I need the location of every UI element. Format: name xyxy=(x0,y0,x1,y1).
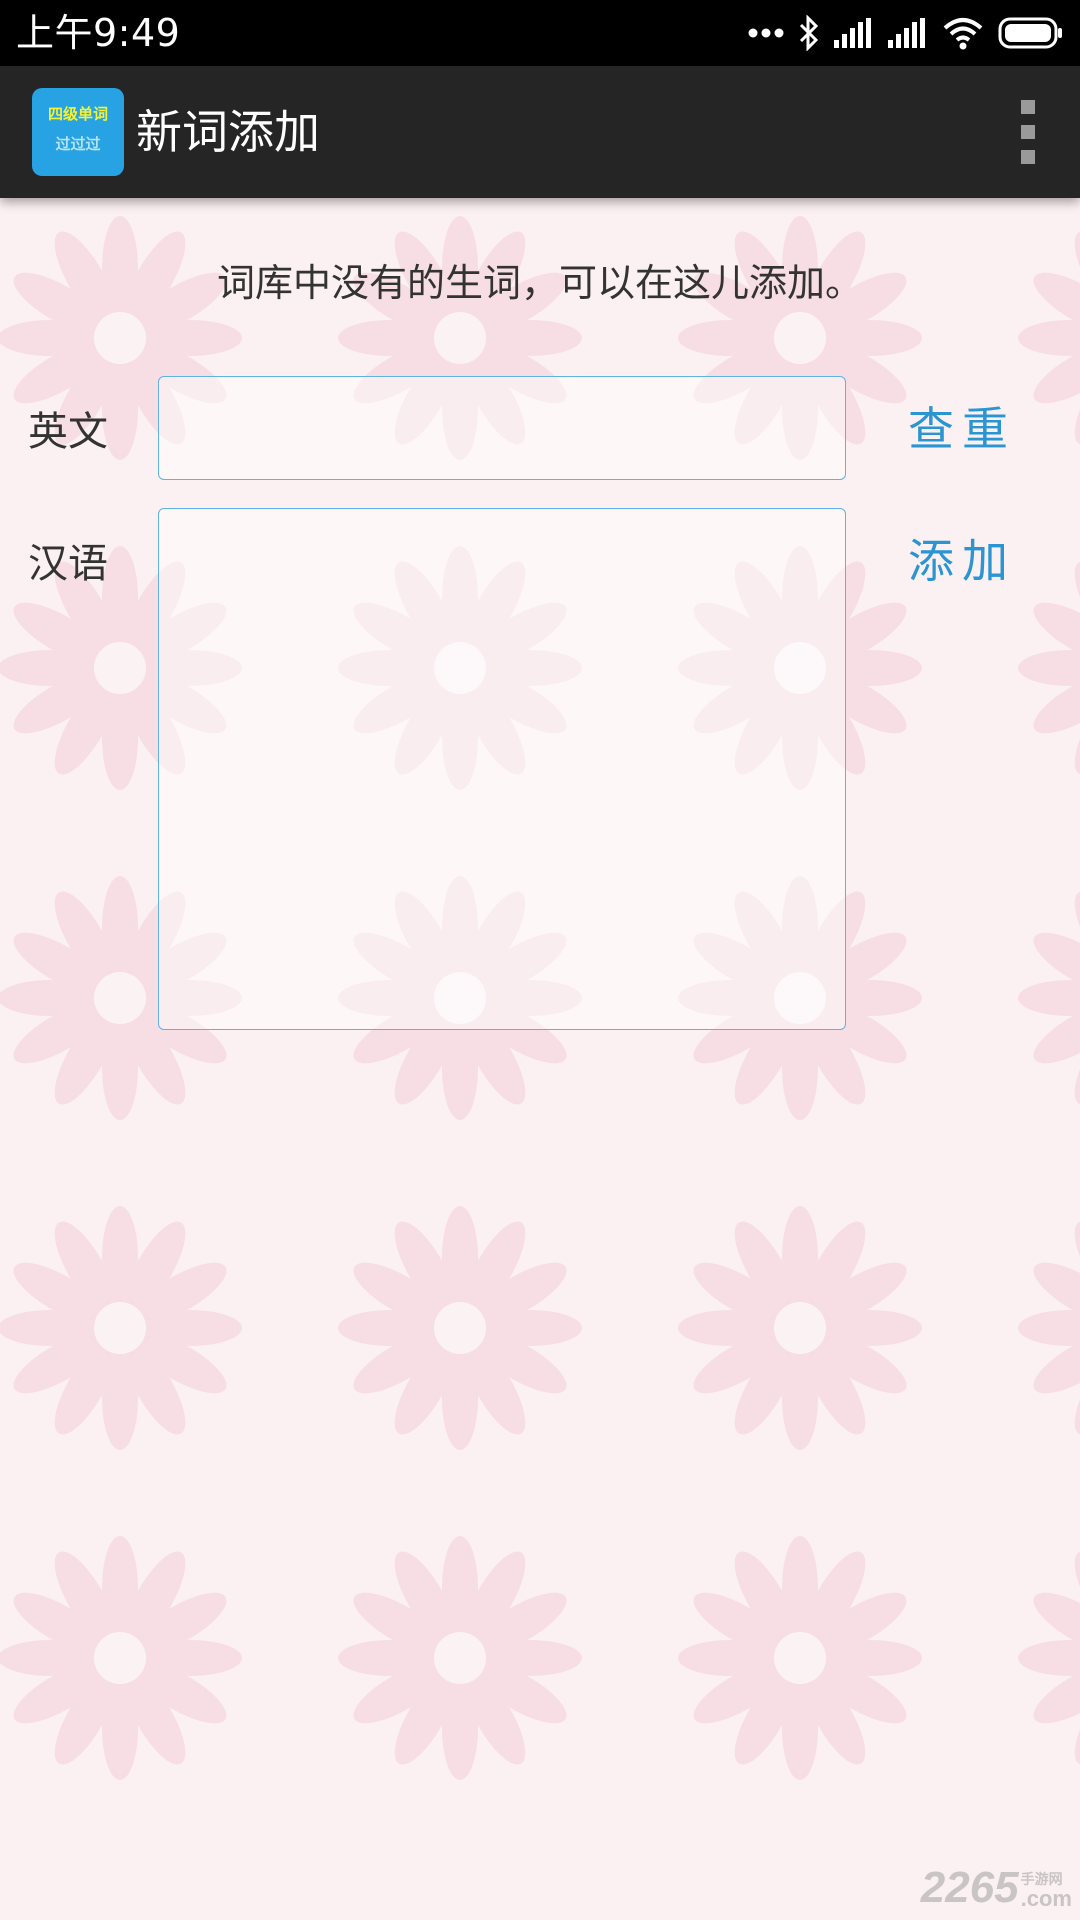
overflow-dot xyxy=(1021,150,1035,164)
background-flower xyxy=(1018,1551,1080,1765)
status-bar: 上午9:49 xyxy=(0,0,1080,66)
chinese-label: 汉语 xyxy=(28,541,108,587)
check-duplicate-button[interactable]: 查重 xyxy=(908,400,1020,458)
background-flower xyxy=(338,1536,582,1780)
add-button[interactable]: 添加 xyxy=(908,532,1020,590)
chinese-input[interactable] xyxy=(158,508,846,1030)
background-flower xyxy=(1018,891,1080,1105)
background-flower xyxy=(338,1206,582,1450)
background-flower xyxy=(1018,561,1080,775)
status-icons xyxy=(748,13,1064,53)
page-title: 新词添加 xyxy=(136,105,320,159)
background-flower xyxy=(1018,1221,1080,1435)
status-time: 上午9:49 xyxy=(16,11,181,55)
watermark-number: 2265 xyxy=(920,1863,1019,1912)
app-logo-line1: 四级单词 xyxy=(47,105,108,123)
signal-icon xyxy=(888,18,925,48)
more-dots-icon xyxy=(748,28,784,38)
watermark-side: 手游网 .com xyxy=(1021,1872,1072,1910)
app-logo-line2: 过过过 xyxy=(55,135,101,153)
battery-icon xyxy=(998,17,1062,49)
hint-text: 词库中没有的生词，可以在这儿添加。 xyxy=(216,261,863,305)
overflow-dot xyxy=(1021,100,1035,114)
background-flower xyxy=(0,1206,242,1450)
english-input[interactable] xyxy=(158,376,846,480)
background-flower xyxy=(0,1536,242,1780)
overflow-dot xyxy=(1021,125,1035,139)
overflow-menu-icon[interactable] xyxy=(1016,100,1040,164)
background-flower xyxy=(1018,231,1080,445)
main-content: 词库中没有的生词，可以在这儿添加。 英文 查重 汉语 添加 xyxy=(0,198,1080,1920)
watermark-logo: 2265 手游网 .com xyxy=(921,1866,1072,1910)
watermark-site-suffix: .com xyxy=(1020,1886,1072,1911)
bluetooth-icon xyxy=(799,15,819,51)
signal-icon xyxy=(834,18,871,48)
background-flower xyxy=(678,1536,922,1780)
app-bar: 四级单词 过过过 新词添加 xyxy=(0,66,1080,198)
wifi-icon xyxy=(943,18,983,50)
background-flower xyxy=(678,1206,922,1450)
english-label: 英文 xyxy=(28,409,108,455)
app-logo: 四级单词 过过过 xyxy=(32,88,124,176)
